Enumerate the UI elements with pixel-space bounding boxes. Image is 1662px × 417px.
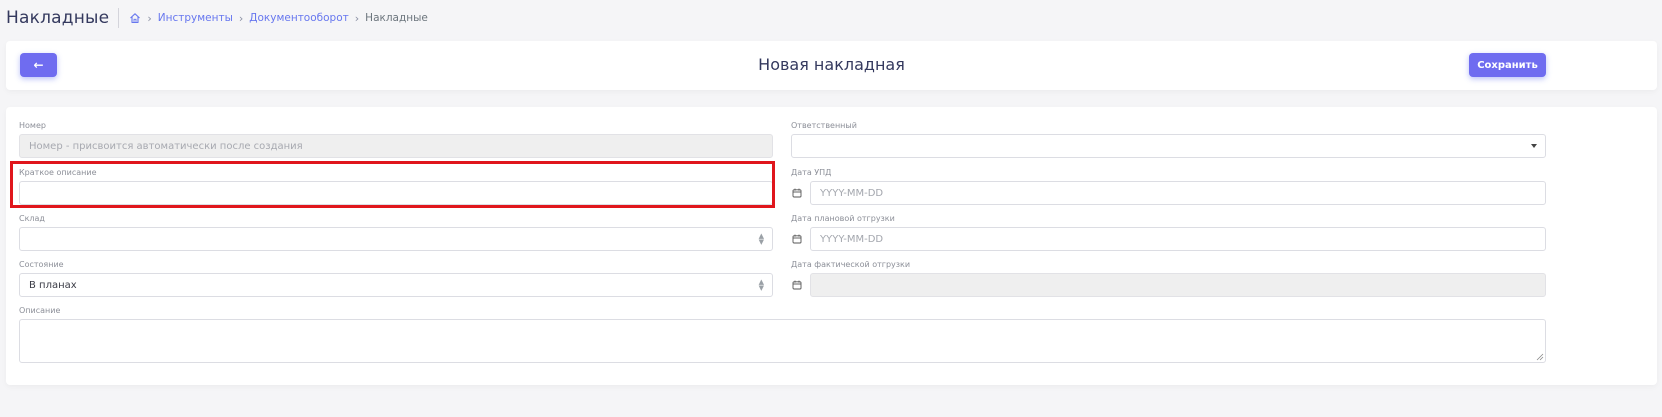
number-label: Номер <box>19 121 46 130</box>
save-button[interactable]: Сохранить <box>1469 53 1546 77</box>
upd-date-label: Дата УПД <box>791 168 832 177</box>
chevron-right-icon: › <box>354 11 360 25</box>
responsible-label: Ответственный <box>791 121 857 130</box>
number-placeholder: Номер - присвоится автоматически после с… <box>29 140 303 152</box>
calendar-icon <box>792 280 802 290</box>
short-description-input[interactable] <box>19 181 773 205</box>
warehouse-select[interactable]: ▲ ▼ <box>19 227 773 251</box>
upd-date-input[interactable]: YYYY-MM-DD <box>810 181 1546 205</box>
upd-date-placeholder: YYYY-MM-DD <box>820 187 884 199</box>
page-title: Накладные <box>6 8 110 28</box>
invoice-form-card: Номер Номер - присвоится автоматически п… <box>6 107 1657 385</box>
resize-grip-icon[interactable] <box>1536 353 1544 361</box>
calendar-icon <box>792 234 802 244</box>
home-icon[interactable] <box>129 12 141 24</box>
short-description-label: Краткое описание <box>19 168 97 177</box>
description-label: Описание <box>19 306 61 315</box>
warehouse-label: Склад <box>19 214 45 223</box>
chevron-right-icon: › <box>147 11 152 25</box>
number-input: Номер - присвоится автоматически после с… <box>19 134 773 158</box>
form-title: Новая накладная <box>758 55 905 74</box>
breadcrumb-current: Накладные <box>365 12 428 24</box>
planned-shipment-date-label: Дата плановой отгрузки <box>791 214 895 223</box>
calendar-icon <box>792 188 802 198</box>
chevron-right-icon: › <box>238 11 244 25</box>
select-updown-icon: ▲ ▼ <box>758 278 764 292</box>
planned-shipment-date-placeholder: YYYY-MM-DD <box>820 233 884 245</box>
description-textarea[interactable] <box>19 319 1546 363</box>
state-label: Состояние <box>19 260 64 269</box>
title-divider <box>118 8 120 28</box>
top-bar: Накладные › Инструменты › Документооборо… <box>0 0 1662 36</box>
planned-shipment-date-input[interactable]: YYYY-MM-DD <box>810 227 1546 251</box>
breadcrumb: › Инструменты › Документооборот › Наклад… <box>129 12 428 25</box>
state-select[interactable]: В планах ▲ ▼ <box>19 273 773 297</box>
actual-shipment-date-input <box>810 273 1546 297</box>
breadcrumb-docflow[interactable]: Документооборот <box>249 12 349 24</box>
state-value: В планах <box>29 279 77 291</box>
form-header-card: ← Новая накладная Сохранить <box>6 41 1657 90</box>
breadcrumb-tools[interactable]: Инструменты <box>158 12 233 24</box>
caret-down-icon <box>1531 144 1537 148</box>
select-updown-icon: ▲ ▼ <box>758 232 764 246</box>
responsible-dropdown[interactable] <box>791 134 1546 158</box>
actual-shipment-date-label: Дата фактической отгрузки <box>791 260 911 269</box>
